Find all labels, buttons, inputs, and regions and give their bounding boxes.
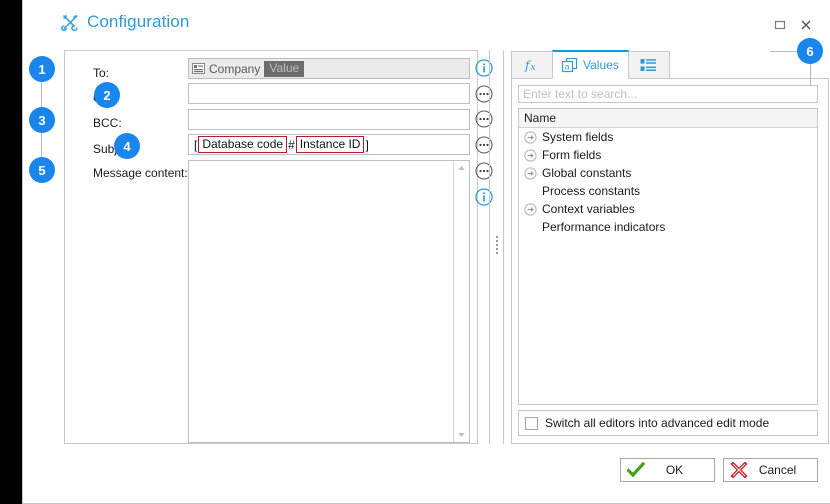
tree-item-label: Context variables — [542, 202, 635, 216]
subject-field-content: [ Database code # Instance ID ] — [189, 135, 469, 154]
title-group: Configuration — [61, 12, 189, 32]
callout-badge-2: 2 — [94, 82, 120, 108]
subject-separator: # — [288, 137, 295, 152]
bcc-field-content — [189, 110, 469, 129]
tab-values[interactable]: a Values — [552, 50, 629, 79]
message-content-field[interactable] — [188, 160, 470, 443]
list-icon — [640, 58, 657, 71]
values-tab-panel: Name System fields Form fields — [511, 78, 829, 444]
svg-text:a: a — [565, 61, 570, 71]
a-box-icon: a — [562, 57, 578, 72]
tree-item-label: Process constants — [542, 184, 641, 198]
callout-connector-6-h — [770, 51, 797, 52]
to-field[interactable]: Company Value — [188, 58, 470, 79]
tree-item-process-constants[interactable]: Process constants — [519, 182, 817, 200]
cancel-x-icon — [728, 462, 750, 478]
cancel-button[interactable]: Cancel — [723, 458, 818, 482]
values-grid: Name System fields Form fields Global co… — [518, 108, 818, 405]
to-field-content: Company Value — [189, 59, 469, 78]
arrow-right-circle-icon — [524, 166, 537, 180]
close-icon — [801, 20, 811, 30]
advanced-mode-row[interactable]: Switch all editors into advanced edit mo… — [518, 410, 818, 436]
to-value-chip: Value — [264, 60, 305, 77]
tree-item-global-constants[interactable]: Global constants — [519, 164, 817, 182]
grid-header-name: Name — [519, 109, 817, 128]
callout-badge-4: 4 — [114, 133, 140, 159]
to-company-text: Company — [209, 61, 261, 76]
message-scrollbar[interactable] — [453, 161, 469, 442]
svg-text:x: x — [530, 63, 535, 73]
tab-formula[interactable]: f x — [511, 51, 553, 79]
cancel-button-label: Cancel — [758, 463, 797, 477]
label-bcc: BCC: — [93, 116, 122, 130]
values-panel: f x a Values Enter text to search... Nam… — [511, 50, 829, 444]
tree-item-label: System fields — [542, 130, 614, 144]
configuration-dialog: Configuration To: CC: BCC: Subject: Mess… — [22, 0, 830, 504]
tab-values-label: Values — [583, 58, 619, 72]
arrow-right-circle-icon — [524, 130, 537, 144]
title-bar: Configuration — [23, 0, 830, 46]
close-button[interactable] — [798, 17, 814, 33]
callout-badge-6: 6 — [797, 38, 823, 64]
tree-item-label: Form fields — [542, 148, 602, 162]
subject-field[interactable]: [ Database code # Instance ID ] — [188, 134, 470, 155]
ok-button[interactable]: OK — [620, 458, 715, 482]
callout-badge-3: 3 — [29, 107, 55, 133]
subject-token-database-code[interactable]: Database code — [198, 136, 288, 153]
page-title: Configuration — [87, 12, 190, 31]
tree-item-label: Global constants — [542, 166, 632, 180]
tree-item-performance-indicators[interactable]: Performance indicators — [519, 218, 817, 236]
tree-item-system-fields[interactable]: System fields — [519, 128, 817, 146]
advanced-mode-checkbox[interactable] — [525, 416, 538, 430]
arrow-right-circle-icon — [524, 148, 537, 162]
callout-badge-5: 5 — [29, 157, 55, 183]
cc-field[interactable] — [188, 83, 470, 104]
tree-item-context-variables[interactable]: Context variables — [519, 200, 817, 218]
tree-item-form-fields[interactable]: Form fields — [519, 146, 817, 164]
panel-splitter[interactable] — [489, 50, 505, 444]
search-input[interactable] — [518, 85, 818, 103]
callout-connector-6-v — [810, 64, 811, 86]
tab-list[interactable] — [627, 51, 670, 79]
subject-close-bracket: ] — [365, 137, 369, 152]
label-to: To: — [93, 66, 110, 80]
check-icon — [625, 462, 647, 478]
label-message-content: Message content: — [93, 166, 188, 180]
advanced-mode-label: Switch all editors into advanced edit mo… — [545, 416, 770, 430]
tree-item-label: Performance indicators — [542, 220, 666, 234]
list-chip-icon — [192, 63, 205, 74]
fx-icon: f x — [524, 59, 536, 74]
subject-token-instance-id[interactable]: Instance ID — [295, 136, 365, 153]
arrow-right-circle-icon — [524, 202, 537, 216]
maximize-button[interactable] — [772, 17, 788, 33]
bcc-field[interactable] — [188, 109, 470, 130]
scroll-up-icon[interactable] — [454, 161, 469, 175]
callout-badge-1: 1 — [29, 56, 55, 82]
tab-strip: f x a Values — [511, 50, 829, 79]
tools-icon — [61, 14, 78, 31]
cc-field-content — [189, 84, 469, 103]
scroll-down-icon[interactable] — [454, 428, 469, 442]
maximize-icon — [774, 20, 786, 30]
splitter-grip[interactable] — [496, 236, 498, 258]
ok-button-label: OK — [665, 463, 684, 477]
